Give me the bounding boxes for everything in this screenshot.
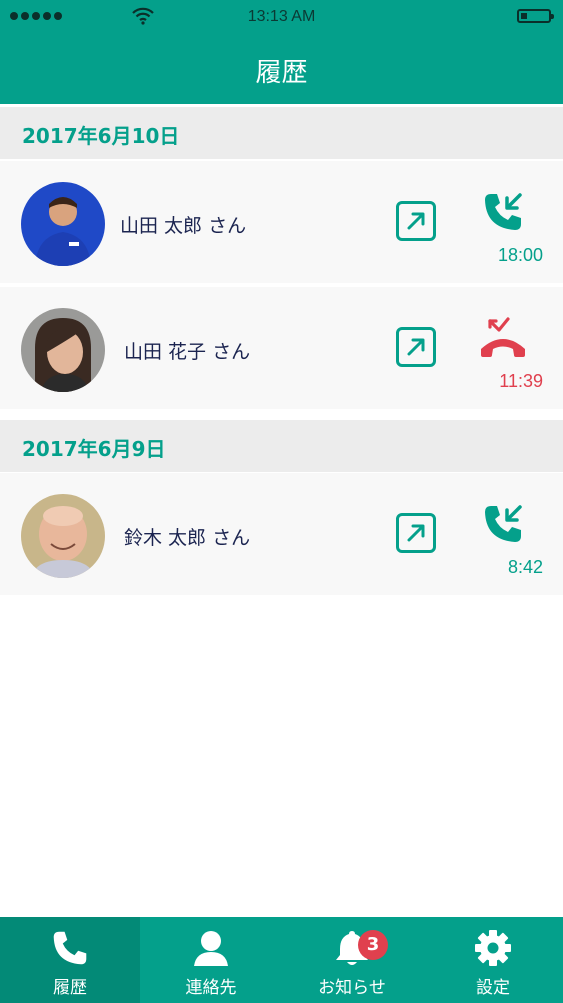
contact-name: 山田 太郎 さん bbox=[120, 215, 247, 237]
contact-name: 山田 花子 さん bbox=[124, 341, 251, 363]
section-date: 2017年6月9日 bbox=[22, 437, 166, 461]
contact-name: 鈴木 太郎 さん bbox=[124, 527, 251, 549]
avatar bbox=[21, 182, 105, 266]
notification-badge: 3 bbox=[358, 930, 388, 960]
call-time: 11:39 bbox=[499, 371, 543, 391]
date-section-header: 2017年6月10日 bbox=[0, 107, 563, 159]
call-history-item[interactable]: 鈴木 太郎 さん 8:42 bbox=[0, 473, 563, 595]
page-title: 履歴 bbox=[255, 58, 308, 88]
status-time: 13:13 AM bbox=[247, 8, 316, 25]
tab-label: お知らせ bbox=[318, 978, 386, 998]
tab-label: 設定 bbox=[476, 978, 510, 998]
phone-icon bbox=[53, 931, 87, 965]
missed-call-icon bbox=[481, 317, 525, 357]
gear-icon bbox=[475, 930, 511, 966]
avatar bbox=[21, 308, 105, 392]
tab-bar: 履歴 連絡先 お知らせ 設定 bbox=[0, 917, 563, 1003]
nav-bar: 履歴 bbox=[0, 34, 563, 104]
open-detail-button[interactable] bbox=[396, 327, 436, 367]
call-time: 8:42 bbox=[507, 557, 543, 577]
open-detail-button[interactable] bbox=[396, 201, 436, 241]
avatar bbox=[21, 494, 105, 578]
tab-settings[interactable]: 設定 bbox=[423, 917, 563, 1003]
section-date: 2017年6月10日 bbox=[22, 124, 180, 148]
tab-label: 連絡先 bbox=[185, 978, 237, 998]
call-history-item[interactable]: 山田 太郎 さん 18:00 bbox=[0, 161, 563, 283]
incoming-call-icon bbox=[485, 193, 522, 230]
tab-contacts[interactable]: 連絡先 bbox=[141, 917, 281, 1003]
battery-icon bbox=[517, 9, 554, 23]
call-history-item[interactable]: 山田 花子 さん 11:39 bbox=[0, 287, 563, 409]
tab-label: 履歴 bbox=[53, 978, 87, 998]
arrow-up-right-icon bbox=[407, 524, 425, 542]
call-time: 18:00 bbox=[497, 245, 543, 265]
tab-history[interactable]: 履歴 bbox=[0, 917, 140, 1003]
date-section-header: 2017年6月9日 bbox=[0, 420, 563, 472]
open-detail-button[interactable] bbox=[396, 513, 436, 553]
tab-notifications[interactable]: お知らせ bbox=[282, 917, 422, 1003]
person-icon bbox=[194, 931, 228, 966]
arrow-up-right-icon bbox=[407, 338, 425, 356]
status-bar: 13:13 AM bbox=[0, 0, 563, 34]
arrow-up-right-icon bbox=[407, 212, 425, 230]
incoming-call-icon bbox=[485, 505, 522, 542]
